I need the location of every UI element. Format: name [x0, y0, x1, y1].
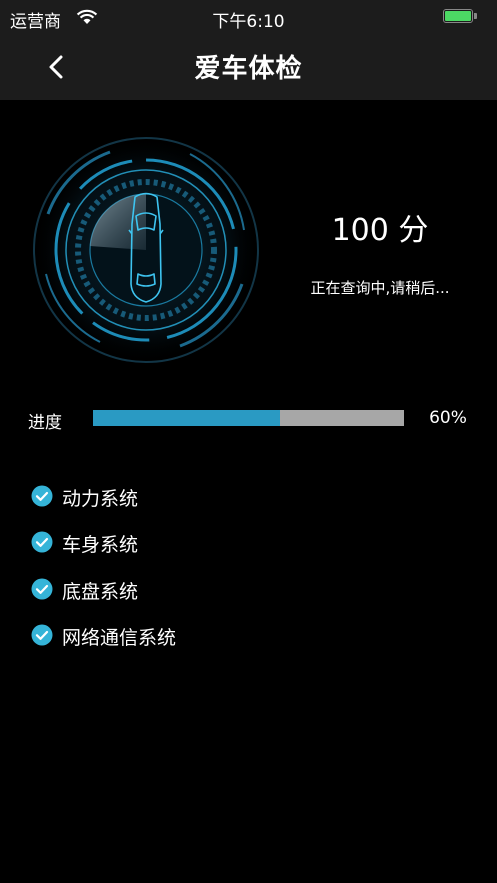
status-time: 下午6:10 [212, 12, 285, 32]
battery-icon [443, 9, 477, 25]
status-bar: 运营商 下午6:10 [0, 0, 497, 34]
car-scan-radar-graphic [32, 136, 260, 364]
score-value: 100 分 [331, 213, 429, 248]
progress-label: 进度 [28, 413, 62, 433]
check-item-label: 网络通信系统 [62, 627, 177, 649]
progress-bar [93, 410, 404, 426]
page-title: 爱车体检 [194, 54, 303, 84]
nav-bar: 爱车体检 [0, 34, 497, 100]
check-circle-icon [31, 624, 53, 646]
query-status-text: 正在查询中,请稍后... [310, 279, 450, 297]
check-circle-icon [31, 531, 53, 553]
progress-bar-fill [93, 410, 280, 426]
check-item-label: 动力系统 [62, 488, 139, 510]
check-item-label: 车身系统 [62, 534, 139, 556]
check-item-label: 底盘系统 [62, 581, 139, 603]
check-circle-icon [31, 578, 53, 600]
progress-percent: 60% [429, 408, 467, 428]
check-circle-icon [31, 485, 53, 507]
